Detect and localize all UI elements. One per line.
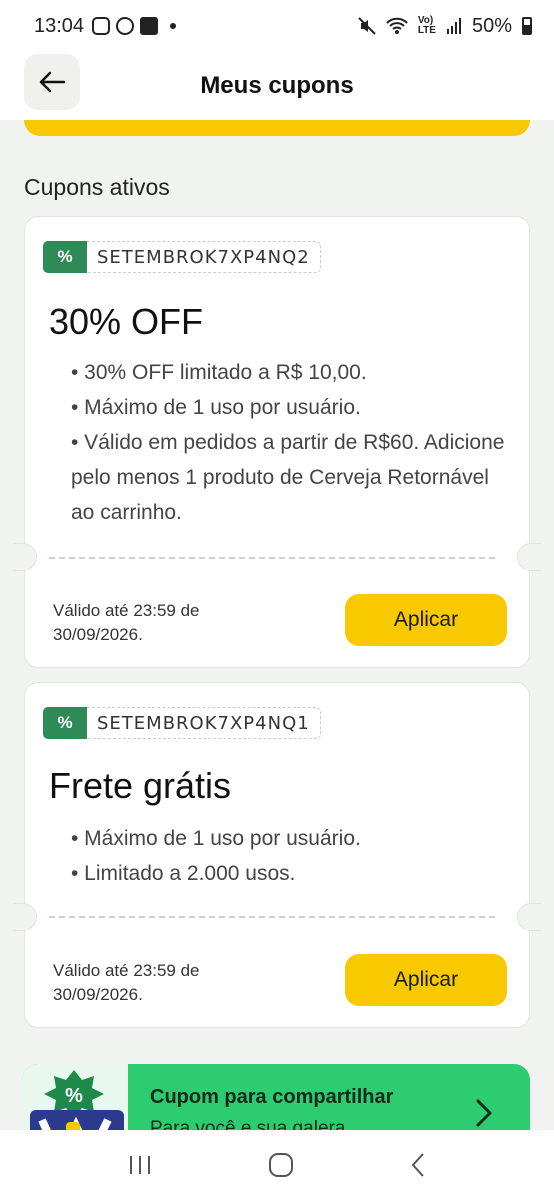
battery-percent: 50% bbox=[471, 14, 512, 37]
apply-button[interactable]: Aplicar bbox=[345, 594, 507, 646]
whatsapp-icon bbox=[116, 17, 135, 35]
coupon-rule: • 30% OFF limitado a R$ 10,00. bbox=[71, 361, 367, 384]
previous-card-edge bbox=[24, 120, 530, 136]
coupon-code: SETEMBROK7XP4NQ2 bbox=[87, 241, 321, 273]
coupon-card: % SETEMBROK7XP4NQ1 Frete grátis • Máximo… bbox=[13, 682, 541, 1028]
youtube-icon bbox=[140, 17, 159, 35]
status-time: 13:04 bbox=[34, 14, 85, 37]
battery-icon bbox=[522, 17, 532, 35]
coupon-code-row[interactable]: % SETEMBROK7XP4NQ2 bbox=[43, 241, 321, 273]
percent-icon: % bbox=[43, 241, 87, 273]
coupon-title: Frete grátis bbox=[49, 765, 232, 806]
instagram-icon bbox=[92, 17, 111, 35]
perforation-divider bbox=[49, 916, 495, 918]
system-nav-bar bbox=[0, 1130, 554, 1200]
home-icon[interactable] bbox=[268, 1152, 294, 1178]
card-notch-left bbox=[13, 543, 37, 571]
valid-until: Válido até 23:59 de 30/09/2026. bbox=[53, 601, 200, 644]
app-bar: Meus cupons bbox=[0, 52, 554, 120]
back-nav-icon[interactable] bbox=[410, 1152, 426, 1178]
percent-icon: % bbox=[43, 707, 87, 739]
apply-button[interactable]: Aplicar bbox=[345, 954, 507, 1006]
signal-icon bbox=[446, 18, 461, 34]
coupon-card: % SETEMBROK7XP4NQ2 30% OFF • 30% OFF lim… bbox=[13, 216, 541, 668]
chevron-right-icon bbox=[476, 1099, 492, 1127]
mute-icon bbox=[358, 17, 376, 35]
perforation-divider bbox=[49, 557, 495, 559]
coupon-title: 30% OFF bbox=[49, 301, 204, 342]
share-banner-title: Cupom para compartilhar bbox=[150, 1086, 394, 1108]
back-button[interactable] bbox=[24, 54, 80, 110]
coupon-rules: • 30% OFF limitado a R$ 10,00. • Máximo … bbox=[71, 355, 507, 530]
wifi-icon bbox=[386, 17, 408, 34]
card-notch-right bbox=[517, 903, 541, 931]
coupon-rule: • Válido em pedidos a partir de R$60. Ad… bbox=[71, 431, 505, 524]
coupon-rule: • Máximo de 1 uso por usuário. bbox=[71, 396, 361, 419]
svg-text:%: % bbox=[65, 1085, 83, 1107]
card-notch-right bbox=[517, 543, 541, 571]
coupon-code: SETEMBROK7XP4NQ1 bbox=[87, 707, 321, 739]
arrow-left-icon bbox=[39, 71, 66, 93]
coupon-rule: • Limitado a 2.000 usos. bbox=[71, 862, 296, 885]
recent-apps-icon[interactable] bbox=[128, 1154, 152, 1176]
volte-icon: Vo) LTE bbox=[417, 15, 436, 36]
card-notch-left bbox=[13, 903, 37, 931]
coupon-code-row[interactable]: % SETEMBROK7XP4NQ1 bbox=[43, 707, 321, 739]
coupon-rules: • Máximo de 1 uso por usuário. • Limitad… bbox=[71, 821, 507, 891]
valid-until: Válido até 23:59 de 30/09/2026. bbox=[53, 961, 200, 1004]
notification-dot-icon bbox=[170, 23, 177, 29]
coupon-rule: • Máximo de 1 uso por usuário. bbox=[71, 827, 361, 850]
section-title: Cupons ativos bbox=[24, 174, 170, 200]
page-title: Meus cupons bbox=[200, 72, 354, 99]
status-bar: 13:04 Vo) LTE 50% bbox=[0, 0, 554, 52]
